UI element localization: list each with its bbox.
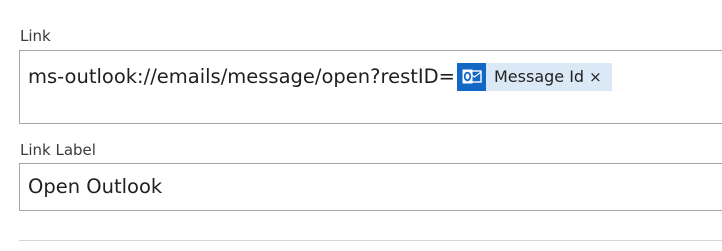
message-id-token-label: Message Id	[494, 67, 585, 86]
link-label-input[interactable]: Open Outlook	[19, 163, 722, 211]
link-label-field-label: Link Label	[20, 141, 96, 159]
section-divider	[19, 240, 722, 241]
message-id-token[interactable]: Message Id ×	[457, 63, 612, 91]
close-icon[interactable]: ×	[584, 63, 612, 91]
link-url-text[interactable]: ms-outlook://emails/message/open?restID=	[28, 64, 455, 90]
outlook-icon	[457, 63, 486, 91]
link-input-content: ms-outlook://emails/message/open?restID=…	[28, 63, 612, 91]
link-field-label: Link	[20, 27, 51, 45]
link-label-input-value: Open Outlook	[28, 175, 163, 198]
link-input[interactable]: ms-outlook://emails/message/open?restID=…	[19, 50, 722, 124]
